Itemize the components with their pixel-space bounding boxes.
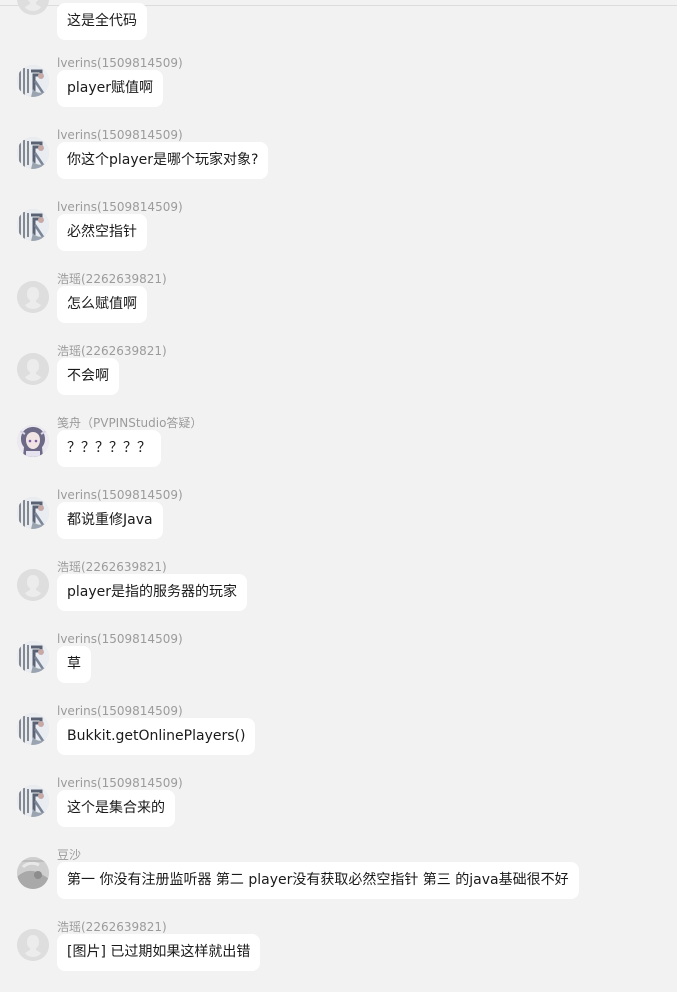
message-bubble[interactable]: 必然空指针 bbox=[57, 214, 147, 251]
lverins-avatar[interactable] bbox=[17, 497, 49, 529]
sender-name: lverins(1509814509) bbox=[57, 776, 183, 790]
message-bubble[interactable]: [图片] 已过期如果这样就出错 bbox=[57, 934, 261, 971]
message-bubble[interactable]: 这个是集合来的 bbox=[57, 790, 175, 827]
message-bubble[interactable]: 都说重修Java bbox=[57, 502, 163, 539]
message-bubble[interactable]: Bukkit.getOnlinePlayers() bbox=[57, 718, 256, 755]
default-person-icon[interactable] bbox=[17, 929, 49, 961]
default-person-icon[interactable] bbox=[17, 281, 49, 313]
sender-name: lverins(1509814509) bbox=[57, 488, 183, 502]
message-bubble[interactable]: 第一 你没有注册监听器 第二 player没有获取必然空指针 第三 的java基… bbox=[57, 862, 579, 899]
sender-name: lverins(1509814509) bbox=[57, 56, 183, 70]
sender-name: lverins(1509814509) bbox=[57, 200, 183, 214]
message-bubble[interactable]: 不会啊 bbox=[57, 358, 119, 395]
message-bubble[interactable]: player赋值啊 bbox=[57, 70, 164, 107]
chat-message: lverins(1509814509) 必然空指针 bbox=[0, 200, 677, 272]
sender-name: 笺舟（PVPINStudio答疑） bbox=[57, 416, 203, 430]
lverins-avatar[interactable] bbox=[17, 65, 49, 97]
default-person-icon[interactable] bbox=[17, 0, 49, 15]
lverins-avatar[interactable] bbox=[17, 641, 49, 673]
message-bubble[interactable]: 怎么赋值啊 bbox=[57, 286, 147, 323]
sender-name: lverins(1509814509) bbox=[57, 704, 183, 718]
sender-name: 浩瑶(2262639821) bbox=[57, 920, 167, 934]
chat-message: 浩瑶(2262639821) [图片] 已过期如果这样就出错 bbox=[0, 920, 677, 992]
message-bubble[interactable]: player是指的服务器的玩家 bbox=[57, 574, 248, 611]
anime-girl-avatar[interactable] bbox=[17, 425, 49, 457]
message-bubble[interactable]: 草 bbox=[57, 646, 91, 683]
chat-message: 浩瑶(2262639821) 不会啊 bbox=[0, 344, 677, 416]
lverins-avatar[interactable] bbox=[17, 713, 49, 745]
sender-name: lverins(1509814509) bbox=[57, 128, 183, 142]
chat-message: 浩瑶(2262639821) 怎么赋值啊 bbox=[0, 272, 677, 344]
default-person-icon[interactable] bbox=[17, 353, 49, 385]
message-bubble[interactable]: 这是全代码 bbox=[57, 3, 147, 40]
chat-message: 豆沙 第一 你没有注册监听器 第二 player没有获取必然空指针 第三 的ja… bbox=[0, 848, 677, 920]
chat-message: lverins(1509814509) 草 bbox=[0, 632, 677, 704]
chat-message: 笺舟（PVPINStudio答疑） ？？？？？？ bbox=[0, 416, 677, 488]
message-bubble[interactable]: 你这个player是哪个玩家对象? bbox=[57, 142, 269, 179]
chat-message: lverins(1509814509) 这个是集合来的 bbox=[0, 776, 677, 848]
lverins-avatar[interactable] bbox=[17, 137, 49, 169]
gray-photo-avatar[interactable] bbox=[17, 857, 49, 889]
chat-message: lverins(1509814509) 都说重修Java bbox=[0, 488, 677, 560]
chat-message: 浩瑶(2262639821) player是指的服务器的玩家 bbox=[0, 560, 677, 632]
chat-message: 这是全代码 bbox=[0, 0, 677, 40]
sender-name: 浩瑶(2262639821) bbox=[57, 560, 167, 574]
sender-name: 豆沙 bbox=[57, 848, 82, 862]
default-person-icon[interactable] bbox=[17, 569, 49, 601]
sender-name: 浩瑶(2262639821) bbox=[57, 272, 167, 286]
lverins-avatar[interactable] bbox=[17, 785, 49, 817]
chat-message: lverins(1509814509) Bukkit.getOnlinePlay… bbox=[0, 704, 677, 776]
chat-message: lverins(1509814509) 你这个player是哪个玩家对象? bbox=[0, 128, 677, 200]
message-bubble[interactable]: ？？？？？？ bbox=[57, 430, 161, 467]
chat-message: lverins(1509814509) player赋值啊 bbox=[0, 56, 677, 128]
sender-name: lverins(1509814509) bbox=[57, 632, 183, 646]
lverins-avatar[interactable] bbox=[17, 209, 49, 241]
sender-name: 浩瑶(2262639821) bbox=[57, 344, 167, 358]
